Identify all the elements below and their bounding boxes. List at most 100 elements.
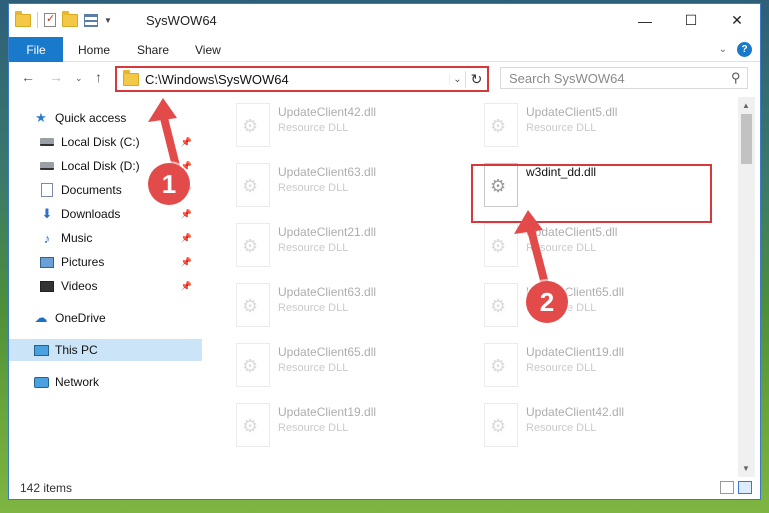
sidebar-item-videos[interactable]: Videos 📌 [9, 275, 202, 297]
view-toggle [720, 481, 752, 494]
dll-file-icon [484, 103, 518, 147]
sidebar-item-label: Documents [61, 183, 122, 197]
search-input[interactable]: Search SysWOW64 ⚲ [500, 67, 748, 89]
file-type: Resource DLL [526, 422, 597, 434]
onedrive-icon: ☁ [34, 310, 48, 325]
file-type: Resource DLL [526, 362, 597, 374]
sidebar-item-label: Pictures [61, 255, 105, 269]
sidebar-item-downloads[interactable]: ⬇ Downloads 📌 [9, 203, 202, 225]
details-view-icon[interactable] [720, 481, 734, 494]
chevron-down-icon[interactable]: ▼ [104, 16, 112, 25]
file-name: UpdateClient19.dll [278, 405, 377, 419]
file-highlight-box [471, 164, 712, 223]
file-name: UpdateClient21.dll [278, 225, 377, 239]
dll-file-icon [484, 403, 518, 447]
file-item[interactable]: UpdateClient19.dll Resource DLL [480, 341, 710, 397]
scroll-down-icon[interactable]: ▼ [742, 464, 750, 473]
file-item[interactable]: UpdateClient21.dll Resource DLL [232, 221, 462, 277]
sidebar-item-quick-access[interactable]: ★ Quick access [9, 107, 202, 129]
sidebar-item-label: This PC [55, 343, 98, 357]
file-item[interactable]: UpdateClient65.dll Resource DLL [232, 341, 462, 397]
customize-view-icon[interactable] [84, 13, 98, 27]
file-name: UpdateClient63.dll [278, 165, 377, 179]
file-type: Resource DLL [278, 422, 349, 434]
ribbon-right-controls: ⌄ ? [719, 42, 752, 57]
drive-icon [39, 135, 55, 149]
sidebar-item-label: Local Disk (C:) [61, 135, 140, 149]
pin-icon[interactable]: 📌 [181, 281, 192, 292]
dll-file-icon [236, 283, 270, 327]
sidebar-item-onedrive[interactable]: ☁ OneDrive [9, 307, 202, 329]
file-name: UpdateClient5.dll [526, 105, 618, 119]
address-bar[interactable]: C:\Windows\SysWOW64 ⌄ ↻ [115, 66, 489, 92]
pin-icon[interactable]: 📌 [181, 137, 192, 148]
file-item[interactable]: UpdateClient63.dll Resource DLL [232, 161, 462, 217]
address-dropdown-icon[interactable]: ⌄ [449, 73, 465, 85]
vertical-scrollbar[interactable]: ▲ ▼ [738, 97, 755, 477]
minimize-button[interactable]: — [622, 4, 668, 37]
file-type: Resource DLL [278, 242, 349, 254]
large-icons-view-icon[interactable] [738, 481, 752, 494]
status-bar: 142 items [9, 477, 760, 499]
sidebar-item-this-pc[interactable]: This PC [9, 339, 202, 361]
sidebar-item-pictures[interactable]: Pictures 📌 [9, 251, 202, 273]
dll-file-icon [236, 223, 270, 267]
dll-file-icon [236, 163, 270, 207]
file-type: Resource DLL [278, 182, 349, 194]
dll-file-icon [236, 103, 270, 147]
up-arrow-icon[interactable]: ↑ [95, 69, 102, 85]
tab-home[interactable]: Home [78, 37, 110, 62]
sidebar-item-label: Downloads [61, 207, 121, 221]
file-type: Resource DLL [526, 122, 597, 134]
file-item[interactable]: UpdateClient5.dll Resource DLL [480, 101, 710, 157]
back-arrow-icon[interactable]: ← [21, 69, 35, 85]
dll-file-icon [236, 403, 270, 447]
file-name: UpdateClient63.dll [278, 285, 377, 299]
documents-icon [39, 183, 55, 197]
file-item[interactable]: UpdateClient65.dll Resource DLL [480, 281, 710, 337]
close-button[interactable]: ✕ [714, 4, 760, 37]
maximize-button[interactable]: ☐ [668, 4, 714, 37]
sidebar-item-label: Videos [61, 279, 98, 293]
window-controls: — ☐ ✕ [622, 4, 760, 37]
ribbon-tabs: File Home Share View ⌄ ? [9, 37, 760, 62]
address-path[interactable]: C:\Windows\SysWOW64 [145, 72, 449, 87]
tab-view[interactable]: View [195, 37, 221, 62]
title-bar: ▼ SysWOW64 — ☐ ✕ [9, 4, 760, 37]
sidebar-item-label: Music [61, 231, 93, 245]
search-icon[interactable]: ⚲ [731, 70, 741, 86]
forward-arrow-icon[interactable]: → [49, 69, 63, 85]
scrollbar-thumb[interactable] [741, 114, 752, 164]
file-type: Resource DLL [526, 242, 597, 254]
folder-icon [15, 10, 31, 27]
file-item[interactable]: UpdateClient63.dll Resource DLL [232, 281, 462, 337]
navigation-pane: ★ Quick access Local Disk (C:) 📌 Local D… [9, 97, 202, 477]
scroll-up-icon[interactable]: ▲ [742, 101, 750, 110]
expand-ribbon-icon[interactable]: ⌄ [719, 44, 727, 55]
file-item[interactable]: UpdateClient19.dll Resource DLL [232, 401, 462, 457]
recent-locations-icon[interactable]: ⌄ [75, 73, 83, 84]
sidebar-item-label: Network [55, 375, 100, 389]
sidebar-item-music[interactable]: ♪ Music 📌 [9, 227, 202, 249]
help-icon[interactable]: ? [737, 42, 752, 57]
file-item[interactable]: UpdateClient42.dll Resource DLL [232, 101, 462, 157]
file-item[interactable]: UpdateClient42.dll Resource DLL [480, 401, 710, 457]
tab-share[interactable]: Share [137, 37, 169, 62]
file-name: UpdateClient42.dll [278, 105, 377, 119]
file-list: UpdateClient42.dll Resource DLL UpdateCl… [212, 97, 742, 477]
properties-icon[interactable] [44, 12, 56, 27]
dll-file-icon [236, 343, 270, 387]
pin-icon[interactable]: 📌 [181, 257, 192, 268]
videos-icon [39, 279, 55, 293]
new-folder-icon[interactable] [62, 10, 78, 27]
tab-file[interactable]: File [9, 37, 63, 62]
separator [37, 12, 38, 28]
file-item[interactable]: UpdateClient5.dll Resource DLL [480, 221, 710, 277]
file-name: UpdateClient5.dll [526, 225, 618, 239]
pin-icon[interactable]: 📌 [181, 209, 192, 220]
pin-icon[interactable]: 📌 [181, 233, 192, 244]
sidebar-item-local-disk-c[interactable]: Local Disk (C:) 📌 [9, 131, 202, 153]
downloads-icon: ⬇ [41, 206, 53, 221]
sidebar-item-network[interactable]: Network [9, 371, 202, 393]
refresh-icon[interactable]: ↻ [465, 70, 487, 88]
